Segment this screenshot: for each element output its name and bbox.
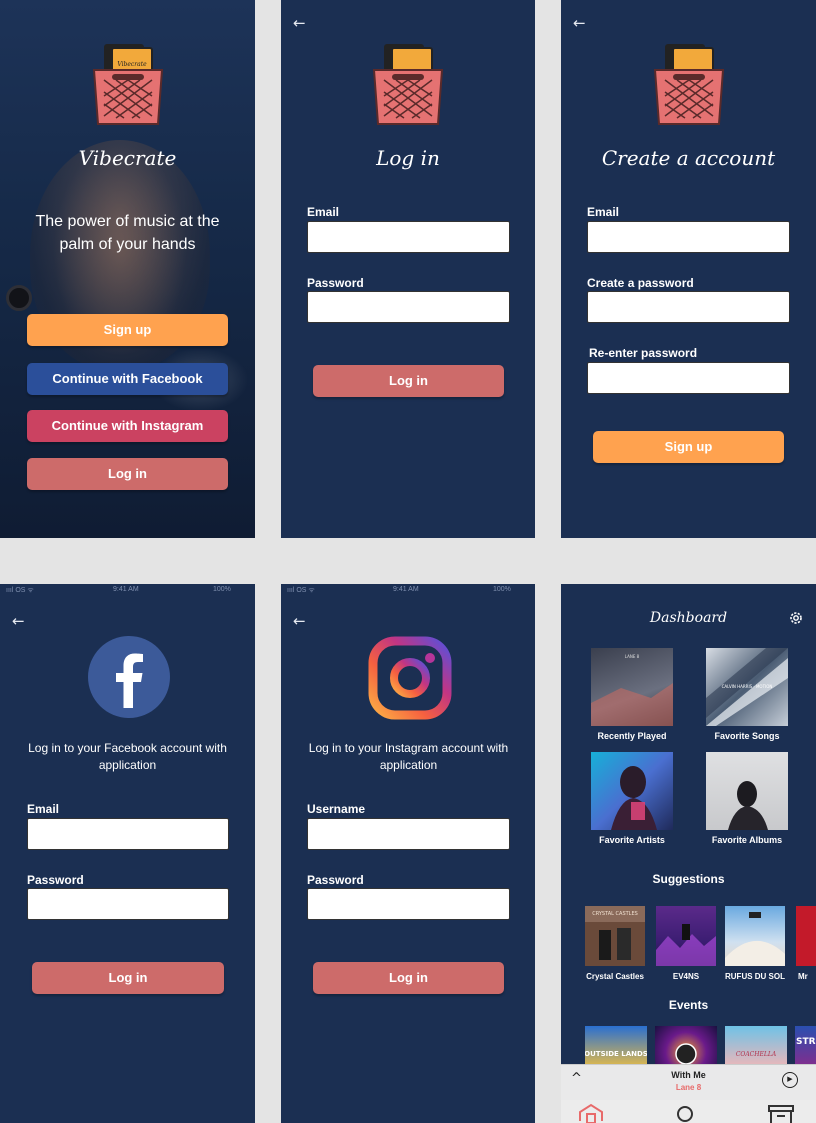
welcome-screen: Vibecrate Vibecrate The power of music a… [0, 0, 255, 538]
suggestion-crystal-castles[interactable]: CRYSTAL CASTLES [585, 906, 645, 966]
login-button[interactable]: Log in [313, 365, 504, 397]
continue-instagram-button[interactable]: Continue with Instagram [27, 410, 228, 442]
suggestion-rufus-du-sol[interactable] [725, 906, 785, 966]
signup-button[interactable]: Sign up [593, 431, 784, 463]
back-arrow-icon[interactable]: ← [293, 14, 306, 32]
email-label: Email [27, 802, 60, 816]
signup-button[interactable]: Sign up [27, 314, 228, 346]
instagram-login-screen: ıııl OS ᯤ 9:41 AM 100% ← Log in to your … [281, 584, 535, 1123]
play-button-icon[interactable]: ▶ [782, 1072, 798, 1088]
favorite-artists-tile[interactable] [591, 752, 673, 830]
favorite-albums-tile[interactable] [706, 752, 788, 830]
instagram-logo-icon [368, 636, 452, 720]
login-button[interactable]: Log in [313, 962, 504, 994]
favorite-songs-tile[interactable]: CALVIN HARRIS · MOTION [706, 648, 788, 726]
status-carrier: ıııl OS ᯤ [287, 587, 315, 594]
event-art-text: COACHELLA [736, 1051, 777, 1058]
password-label: Password [307, 873, 364, 887]
status-bar: ıııl OS ᯤ 9:41 AM 100% [281, 584, 535, 596]
favorite-albums-caption: Favorite Albums [711, 835, 783, 845]
recently-played-tile[interactable]: LANE 8 [591, 648, 673, 726]
home-icon[interactable] [577, 1103, 605, 1123]
status-carrier: ıııl OS ᯤ [6, 587, 34, 594]
now-playing-artist: Lane 8 [675, 1083, 702, 1092]
password-label: Password [307, 276, 364, 290]
page-title: Create a account [601, 146, 776, 170]
status-time: 9:41 AM [393, 586, 419, 593]
facebook-logo-icon [88, 636, 170, 718]
password-field[interactable] [27, 888, 229, 920]
album-art-ev4ns [656, 924, 716, 966]
password-field[interactable] [307, 291, 510, 323]
album-art-text: CRYSTAL CASTLES [592, 911, 638, 917]
suggestion-partial[interactable] [796, 906, 816, 966]
page-title: Dashboard [649, 610, 728, 626]
page-title: Log in [376, 146, 440, 170]
password-label: Password [27, 873, 84, 887]
artist-photo [611, 766, 657, 830]
tagline: The power of music at the palm of your h… [35, 213, 220, 253]
login-button[interactable]: Log in [27, 458, 228, 490]
facebook-subtitle: Log in to your Facebook account with app… [28, 741, 227, 772]
dashboard-screen: Dashboard LANE 8 Recently Played CALVIN … [561, 584, 816, 1123]
email-label: Email [587, 205, 620, 219]
email-field[interactable] [307, 221, 510, 253]
favorite-artists-caption: Favorite Artists [599, 835, 665, 845]
recently-played-caption: Recently Played [597, 731, 667, 741]
instagram-subtitle: Log in to your Instagram account with ap… [308, 741, 509, 772]
reenter-password-label: Re-enter password [589, 346, 698, 360]
email-field[interactable] [587, 221, 790, 253]
album-art-crystal-castles: CRYSTAL CASTLES [585, 906, 645, 960]
suggestion-caption: RUFUS DU SOL [725, 972, 785, 981]
create-account-screen: ← Create a account Email Create a passwo… [561, 0, 816, 538]
reenter-password-field[interactable] [587, 362, 790, 394]
bottom-nav [561, 1100, 816, 1123]
album-art-calvin-harris: CALVIN HARRIS · MOTION [706, 648, 788, 726]
vibecrate-logo-icon: Vibecrate [92, 44, 164, 125]
album-photo [728, 781, 768, 830]
suggestions-heading: Suggestions [652, 872, 725, 886]
password-field[interactable] [307, 888, 510, 920]
status-time: 9:41 AM [113, 586, 139, 593]
crate-library-icon[interactable] [767, 1104, 795, 1123]
back-arrow-icon[interactable]: ← [12, 612, 25, 630]
status-battery: 100% [493, 586, 511, 593]
create-password-label: Create a password [587, 276, 694, 290]
album-art-rufus-du-sol [725, 912, 785, 966]
mini-player[interactable]: ^ With Me Lane 8 ▶ [561, 1064, 816, 1100]
continue-facebook-button[interactable]: Continue with Facebook [27, 363, 228, 395]
settings-gear-icon[interactable] [788, 610, 804, 626]
back-arrow-icon[interactable]: ← [573, 14, 586, 32]
suggestion-caption: Mr [798, 972, 808, 981]
status-battery: 100% [213, 586, 231, 593]
email-field[interactable] [27, 818, 229, 850]
create-password-field[interactable] [587, 291, 790, 323]
suggestion-caption: Crystal Castles [586, 972, 644, 981]
now-playing-song: With Me [671, 1070, 706, 1080]
event-art-text: OUTSIDE LANDS [585, 1050, 647, 1058]
crate-label: Vibecrate [117, 61, 147, 68]
album-art-text: CALVIN HARRIS · MOTION [722, 684, 773, 689]
login-button[interactable]: Log in [32, 962, 224, 994]
favorite-songs-caption: Favorite Songs [714, 731, 780, 741]
username-label: Username [307, 802, 366, 816]
back-arrow-icon[interactable]: ← [293, 612, 306, 630]
hero-earring [6, 285, 32, 311]
album-art-lane8: LANE 8 [591, 654, 673, 726]
vibecrate-logo-icon [372, 44, 444, 125]
app-name: Vibecrate [78, 146, 177, 170]
suggestion-caption: EV4NS [672, 972, 700, 981]
vibecrate-logo-icon [653, 44, 725, 125]
username-field[interactable] [307, 818, 510, 850]
email-label: Email [307, 205, 340, 219]
login-screen: ← Log in Email Password Log in [281, 0, 535, 538]
events-heading: Events [668, 998, 709, 1012]
facebook-login-screen: ıııl OS ᯤ 9:41 AM 100% ← Log in to your … [0, 584, 255, 1123]
event-art-text: STR [796, 1037, 816, 1047]
album-art-text: LANE 8 [625, 654, 640, 659]
search-icon[interactable] [675, 1104, 695, 1123]
status-bar: ıııl OS ᯤ 9:41 AM 100% [0, 584, 255, 596]
suggestion-ev4ns[interactable] [656, 906, 716, 966]
